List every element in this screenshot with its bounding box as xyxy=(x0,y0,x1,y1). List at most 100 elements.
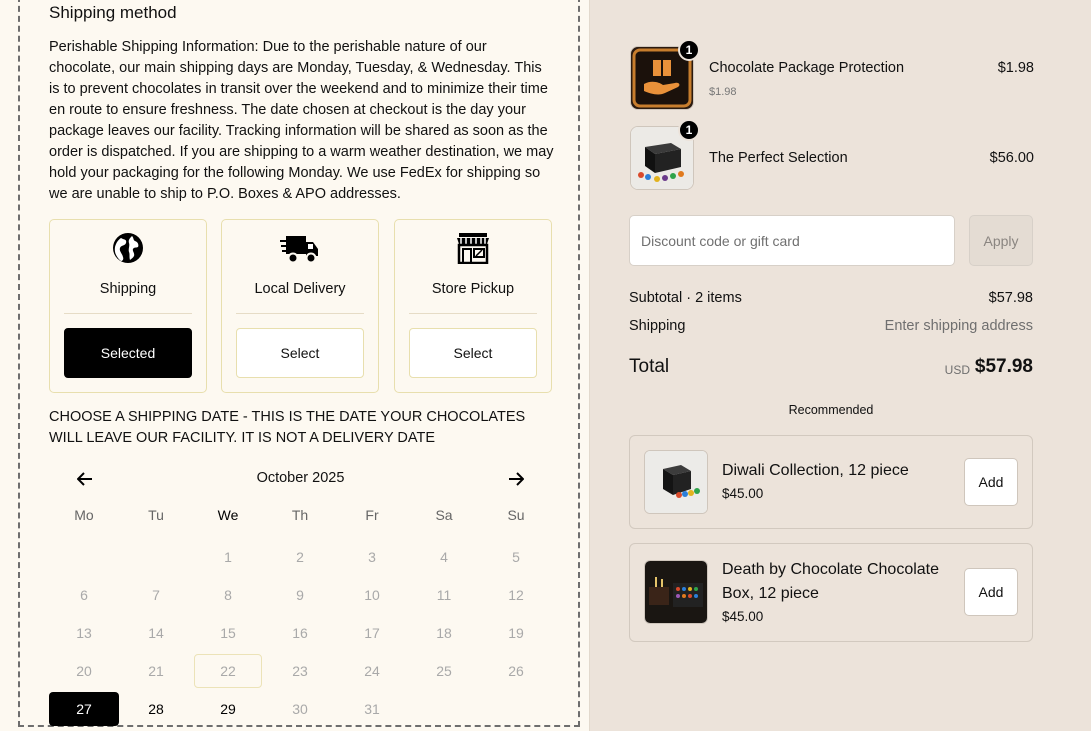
calendar-day: 14 xyxy=(120,614,192,652)
arrow-right-icon[interactable] xyxy=(503,466,529,492)
shipping-label: Shipping xyxy=(629,318,686,334)
calendar-day-number: 29 xyxy=(220,701,236,717)
calendar-empty-cell xyxy=(480,690,552,728)
weekday-label: Mo xyxy=(74,507,94,523)
calendar-day-number: 27 xyxy=(49,692,119,726)
weekday-row: Mo Tu We Th Fr Sa Su xyxy=(48,500,552,538)
shipping-method-title: Shipping method xyxy=(49,3,177,22)
shipping-panel: Shipping method Perishable Shipping Info… xyxy=(0,0,590,731)
calendar-day-number: 2 xyxy=(296,549,304,565)
calendar-week: 6 7 8 9 10 11 12 xyxy=(48,576,552,614)
add-death-by-chocolate-button[interactable]: Add xyxy=(964,568,1018,616)
calendar-day-number: 8 xyxy=(224,587,232,603)
calendar-grid: Mo Tu We Th Fr Sa Su 1 2 3 4 5 6 7 8 9 10 11 12 13 14 15 16 17 1… xyxy=(48,500,552,728)
calendar-day: 10 xyxy=(336,576,408,614)
calendar-day: 13 xyxy=(48,614,120,652)
calendar-day-number: 23 xyxy=(292,663,308,679)
calendar-day-number: 14 xyxy=(148,625,164,641)
calendar-day: 19 xyxy=(480,614,552,652)
calendar-day-number: 21 xyxy=(148,663,164,679)
calendar-day: 9 xyxy=(264,576,336,614)
calendar-day: 26 xyxy=(480,652,552,690)
item-subprice: $1.98 xyxy=(709,86,737,98)
shipping-selected-button[interactable]: Selected xyxy=(64,328,192,378)
weekday-label: We xyxy=(217,507,239,523)
calendar-day-number: 17 xyxy=(364,625,380,641)
recommended-item: Diwali Collection, 12 piece $45.00 Add xyxy=(629,435,1033,529)
shipping-row: Shipping Enter shipping address xyxy=(629,318,1033,334)
calendar-day-number: 30 xyxy=(292,701,308,717)
apply-button[interactable]: Apply xyxy=(969,215,1033,266)
shipping-option-label: Shipping xyxy=(99,281,157,297)
calendar-day: 18 xyxy=(408,614,480,652)
calendar-day: 2 xyxy=(264,538,336,576)
calendar-day: 31 xyxy=(336,690,408,728)
calendar-day-selected[interactable]: 27 xyxy=(48,690,120,728)
recommended-image-diwali xyxy=(644,450,708,514)
cart-item: 1 The Perfect Selection $56.00 xyxy=(630,119,1034,190)
calendar-day-number: 6 xyxy=(80,587,88,603)
calendar-day: 25 xyxy=(408,652,480,690)
discount-code-input[interactable] xyxy=(629,215,955,266)
total-row: Total USD $57.98 xyxy=(629,355,1033,381)
truck-icon xyxy=(222,232,378,268)
cart-item: 1 Chocolate Package Protection $1.98 $1.… xyxy=(630,39,1034,110)
calendar-week: 13 14 15 16 17 18 19 xyxy=(48,614,552,652)
total-label: Total xyxy=(629,356,670,377)
option-divider xyxy=(236,313,364,314)
weekday-label: Th xyxy=(291,507,309,523)
shipping-option-local-delivery[interactable]: Local Delivery Select xyxy=(221,219,379,393)
calendar-day: 4 xyxy=(408,538,480,576)
weekday-label: Fr xyxy=(365,507,379,523)
weekday-label: Su xyxy=(507,507,525,523)
item-price: $56.00 xyxy=(989,150,1034,166)
calendar-empty-cell xyxy=(408,690,480,728)
calendar-day: 23 xyxy=(264,652,336,690)
calendar-day-number: 18 xyxy=(436,625,452,641)
calendar-day-number: 28 xyxy=(148,701,164,717)
calendar-day[interactable]: 29 xyxy=(192,690,264,728)
recommended-image-death-by-chocolate xyxy=(644,560,708,624)
calendar-day-number: 15 xyxy=(220,625,236,641)
shipping-date-note: CHOOSE A SHIPPING DATE - THIS IS THE DAT… xyxy=(49,409,526,446)
calendar-day: 8 xyxy=(192,576,264,614)
calendar-day-number: 25 xyxy=(436,663,452,679)
calendar-day: 24 xyxy=(336,652,408,690)
shipping-option-shipping[interactable]: Shipping Selected xyxy=(49,219,207,393)
subtotal-row: Subtotal · 2 items $57.98 xyxy=(629,290,1033,306)
globe-icon xyxy=(50,232,206,268)
add-diwali-button[interactable]: Add xyxy=(964,458,1018,506)
calendar-day-number: 9 xyxy=(296,587,304,603)
calendar-day-number: 24 xyxy=(364,663,380,679)
calendar-day: 30 xyxy=(264,690,336,728)
local-delivery-select-button[interactable]: Select xyxy=(236,328,364,378)
shipping-option-store-pickup[interactable]: Store Pickup Select xyxy=(394,219,552,393)
option-divider xyxy=(409,313,537,314)
calendar-day[interactable]: 28 xyxy=(120,690,192,728)
store-pickup-select-button[interactable]: Select xyxy=(409,328,537,378)
item-name: The Perfect Selection xyxy=(709,150,848,166)
calendar-day: 12 xyxy=(480,576,552,614)
calendar-week: 1 2 3 4 5 xyxy=(48,538,552,576)
calendar-week: 20 21 22 23 24 25 26 xyxy=(48,652,552,690)
calendar-day-number: 13 xyxy=(76,625,92,641)
recommended-price: $45.00 xyxy=(722,609,764,624)
store-pickup-label: Store Pickup xyxy=(431,281,515,297)
calendar-day: 15 xyxy=(192,614,264,652)
order-summary: 1 Chocolate Package Protection $1.98 $1.… xyxy=(591,0,1091,731)
subtotal-label: Subtotal · 2 items xyxy=(629,290,742,306)
calendar-day-number: 7 xyxy=(152,587,160,603)
calendar-day-number: 12 xyxy=(508,587,524,603)
calendar-day: 3 xyxy=(336,538,408,576)
calendar-day: 21 xyxy=(120,652,192,690)
recommended-name: Death by Chocolate Chocolate Box, 12 pie… xyxy=(722,561,940,602)
calendar-day: 11 xyxy=(408,576,480,614)
storefront-icon xyxy=(395,232,551,268)
calendar-day-number: 22 xyxy=(194,654,262,688)
weekday-label: Tu xyxy=(148,507,164,523)
calendar-day: 22 xyxy=(192,652,264,690)
item-price: $1.98 xyxy=(997,60,1034,76)
subtotal-value: $57.98 xyxy=(988,290,1033,306)
calendar-day-number: 11 xyxy=(436,587,452,603)
recommended-item: Death by Chocolate Chocolate Box, 12 pie… xyxy=(629,543,1033,642)
